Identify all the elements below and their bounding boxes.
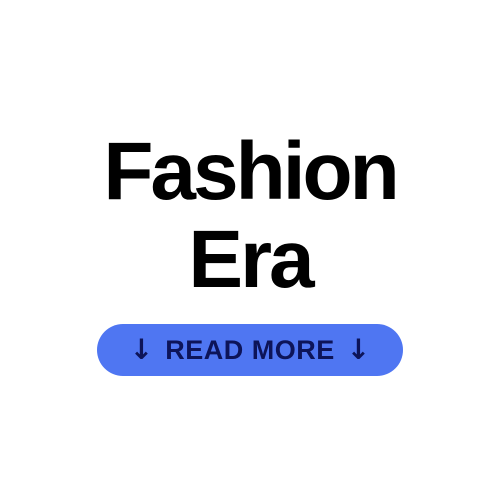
read-more-label: READ MORE bbox=[165, 334, 335, 365]
title-line-1: Fashion bbox=[103, 126, 399, 217]
arrow-down-icon: ↓ bbox=[129, 333, 154, 366]
title-line-2: Era bbox=[188, 214, 314, 305]
arrow-down-icon: ↓ bbox=[346, 333, 371, 366]
read-more-button[interactable]: ↓ READ MORE ↓ bbox=[97, 324, 403, 376]
page-title: Fashion Era bbox=[0, 128, 500, 304]
poster-canvas: Fashion Era ↓ READ MORE ↓ bbox=[0, 0, 500, 500]
